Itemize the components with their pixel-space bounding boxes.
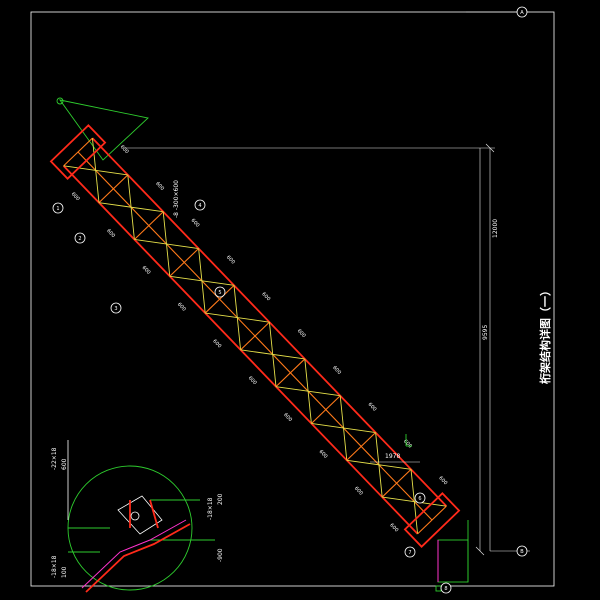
spacing-label-top: 600 (296, 328, 307, 339)
support-base-plate (437, 539, 469, 583)
drawing-border (30, 11, 555, 587)
top-callout-node (56, 97, 64, 105)
callout-bubble: 8 (440, 582, 452, 594)
spacing-label-bottom: 600 (247, 375, 258, 386)
section-label: -8 -300×600 (173, 180, 180, 218)
truss-detail-drawing: A B 12000 9595 桁架结构详图（一） 600 600 600 600 600… (30, 6, 555, 594)
detail-label-7: -18×18 (51, 555, 58, 578)
callout-bubble: 6 (414, 492, 426, 504)
spacing-label-bottom: 600 (105, 228, 116, 239)
callout-bubble: 7 (404, 546, 416, 558)
spacing-label-bottom: 600 (353, 486, 364, 497)
detail-plate-line (81, 519, 187, 589)
detail-label-1: -22×18 (51, 447, 58, 470)
spacing-label-top: 600 (260, 291, 271, 302)
detail-gusset (117, 495, 163, 535)
spacing-label-top: 600 (331, 365, 342, 376)
support-anchor (435, 585, 442, 592)
dimension-text-total: 12000 (492, 219, 499, 238)
spacing-label-top: 600 (119, 144, 130, 155)
span-dimension-text: 1978 (385, 453, 400, 460)
spacing-label-top: 600 (190, 218, 201, 229)
callout-bubble: 4 (194, 199, 206, 211)
callout-bubbles: 1 2 3 4 5 6 7 8 (52, 199, 452, 594)
spacing-label-top: 600 (154, 181, 165, 192)
detail-label-2: 600 (61, 458, 68, 470)
callout-bubble: 5 (214, 286, 226, 298)
detail-bolt (130, 511, 140, 521)
detail-label-6: -900 (217, 548, 224, 562)
detail-label-3: -18×18 (207, 497, 214, 520)
callout-bubble-label: 6 (418, 496, 421, 502)
spacing-label-bottom: 600 (282, 412, 293, 423)
callout-bubble-label: 2 (78, 236, 81, 242)
detail-label-4: 200 (217, 493, 224, 505)
callout-bubble-label: 4 (198, 203, 201, 209)
spacing-label-bottom: 600 (211, 338, 222, 349)
drawing-title: 桁架结构详图（一） (538, 285, 552, 384)
callout-bubble-label: 7 (408, 550, 411, 556)
grid-bubble-bottom-label: B (520, 549, 524, 555)
spacing-label-bottom: 600 (176, 302, 187, 313)
callout-bubble-label: 1 (56, 206, 59, 212)
spacing-label-top: 600 (402, 438, 413, 449)
spacing-label-bottom: 600 (70, 191, 81, 202)
inclined-truss (49, 124, 461, 548)
callout-bubble-label: 3 (114, 306, 117, 312)
callout-bubble: 1 (52, 202, 64, 214)
spacing-label-bottom: 600 (388, 522, 399, 533)
callout-bubble: 2 (74, 232, 86, 244)
spacing-label-bottom: 600 (318, 449, 329, 460)
spacing-label-top: 600 (437, 475, 448, 486)
callout-bubble-label: 5 (218, 290, 221, 296)
spacing-label-bottom: 600 (141, 265, 152, 276)
dimension-text-mid: 9595 (482, 325, 489, 340)
detail-chord-section (85, 523, 191, 593)
grid-bubble-top-label: A (520, 10, 524, 16)
cad-drawing-canvas: A B 12000 9595 桁架结构详图（一） 600 600 600 600 600… (0, 0, 600, 600)
callout-bubble-label: 8 (444, 586, 447, 592)
spacing-label-top: 600 (225, 254, 236, 265)
spacing-label-top: 600 (367, 402, 378, 413)
detail-label-5: 100 (61, 566, 68, 578)
callout-bubble: 3 (110, 302, 122, 314)
